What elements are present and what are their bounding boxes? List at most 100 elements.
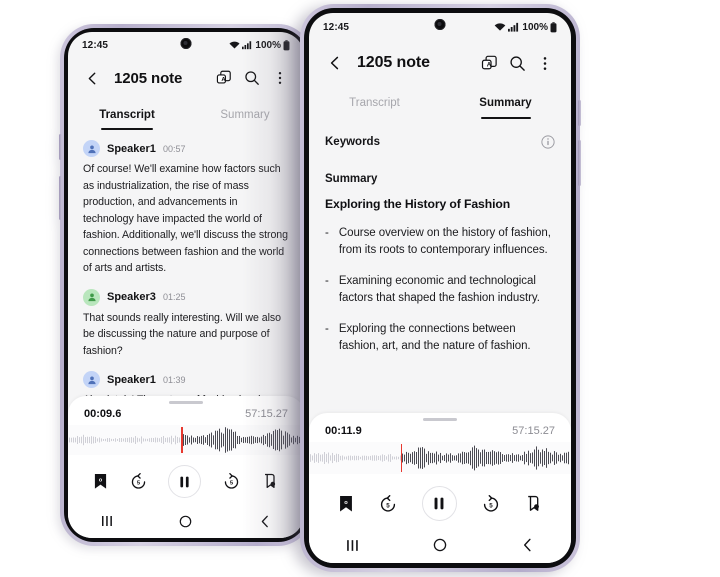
status-time: 12:45 xyxy=(323,21,350,33)
speaker-avatar-icon xyxy=(83,371,100,388)
svg-text:5: 5 xyxy=(386,502,390,509)
page-title: 1205 note xyxy=(357,54,430,71)
back-chevron-icon[interactable] xyxy=(323,51,347,75)
transcript-turn-header: Speaker1 00:57 xyxy=(83,140,289,157)
phone-left-side-button[interactable] xyxy=(59,134,62,160)
waveform-right[interactable] xyxy=(309,442,571,474)
recents-icon[interactable] xyxy=(87,508,127,534)
phone-right: 12:45 100% 1205 note A Transcript Summar… xyxy=(300,4,581,572)
search-icon[interactable] xyxy=(240,66,264,90)
bullet-text: Course overview on the history of fashio… xyxy=(338,227,551,256)
summary-title: Exploring the History of Fashion xyxy=(325,197,511,211)
battery-percent: 100% xyxy=(255,39,281,51)
waveform-left[interactable] xyxy=(68,425,304,455)
sheet-grabber[interactable] xyxy=(423,418,457,421)
sheet-grabber[interactable] xyxy=(169,401,203,404)
tab-transcript[interactable]: Transcript xyxy=(309,85,440,121)
note-bookmark-icon[interactable] xyxy=(262,473,279,490)
app-bar-left: 1205 note A xyxy=(68,58,304,98)
player-times: 00:09.6 57:15.27 xyxy=(68,408,304,425)
status-time: 12:45 xyxy=(82,39,109,51)
bookmark-add-icon[interactable]: o xyxy=(338,495,354,513)
bullet-text: Examining economic and technological fac… xyxy=(338,275,540,304)
list-item: - Course overview on the history of fash… xyxy=(325,225,555,259)
translate-icon[interactable]: A xyxy=(477,51,501,75)
player-controls-right: o 5 5 xyxy=(309,474,571,527)
tab-active-underline xyxy=(101,128,153,130)
status-icons: 100% xyxy=(494,22,557,33)
phone-left-volume-button[interactable] xyxy=(59,176,62,220)
forward-5-icon[interactable]: 5 xyxy=(482,494,500,513)
transcript-turn: Speaker1 01:39 Absolutely! The nature of… xyxy=(83,371,289,396)
rewind-5-icon[interactable]: 5 xyxy=(130,473,147,490)
more-vertical-icon[interactable] xyxy=(268,66,292,90)
waveform-bars xyxy=(69,427,302,453)
phone-right-side-button[interactable] xyxy=(578,100,581,126)
player-current-time: 00:09.6 xyxy=(84,408,122,420)
page-title: 1205 note xyxy=(114,69,183,87)
summary-section-label: Summary xyxy=(325,173,378,185)
bullet-marker: - xyxy=(325,323,329,335)
speaker-name: Speaker3 xyxy=(107,291,156,303)
home-icon[interactable] xyxy=(166,508,206,534)
battery-icon xyxy=(550,21,557,33)
svg-text:o: o xyxy=(344,500,348,506)
wifi-icon xyxy=(229,40,240,50)
speaker-avatar-icon xyxy=(83,140,100,157)
recents-icon[interactable] xyxy=(333,532,373,558)
transcript-text: That sounds really interesting. Will we … xyxy=(83,311,281,357)
tab-transcript[interactable]: Transcript xyxy=(68,98,186,132)
keywords-label: Keywords xyxy=(325,136,380,148)
speaker-name: Speaker1 xyxy=(107,373,156,386)
transcript-turn: Speaker1 00:57 Of course! We'll examine … xyxy=(83,140,289,277)
tab-summary[interactable]: Summary xyxy=(186,98,304,132)
svg-text:5: 5 xyxy=(137,481,141,487)
system-nav-bar-right xyxy=(309,527,571,563)
tab-active-underline xyxy=(480,117,531,119)
more-vertical-icon[interactable] xyxy=(533,51,557,75)
note-bookmark-icon[interactable] xyxy=(525,495,543,513)
system-nav-bar-left xyxy=(68,504,304,538)
phone-left-screen: 12:45 100% 1205 note A Transcript Summar… xyxy=(68,32,304,538)
screenshot-stage: 12:45 100% 1205 note A Transcript Summar… xyxy=(0,0,720,577)
transcript-text: Of course! We'll examine how factors suc… xyxy=(83,163,288,274)
player-controls-left: o 5 5 xyxy=(68,455,304,504)
pause-icon[interactable] xyxy=(421,486,457,521)
svg-text:5: 5 xyxy=(230,481,234,487)
playhead-marker[interactable] xyxy=(400,444,402,472)
battery-icon xyxy=(283,39,290,51)
rewind-5-icon[interactable]: 5 xyxy=(379,494,397,513)
back-icon[interactable] xyxy=(245,508,285,534)
pause-icon[interactable] xyxy=(168,465,202,498)
forward-5-icon[interactable]: 5 xyxy=(223,473,240,490)
audio-player-right: 00:11.9 57:15.27 o 5 5 xyxy=(309,413,571,563)
transcript-list[interactable]: Speaker1 00:57 Of course! We'll examine … xyxy=(68,132,304,396)
phone-right-volume-button[interactable] xyxy=(578,140,581,186)
back-chevron-icon[interactable] xyxy=(80,66,104,90)
info-icon[interactable] xyxy=(541,135,555,149)
battery-percent: 100% xyxy=(522,21,548,33)
translate-icon[interactable]: A xyxy=(212,66,236,90)
back-icon[interactable] xyxy=(507,532,547,558)
keywords-row[interactable]: Keywords xyxy=(325,135,555,149)
tab-summary-label: Summary xyxy=(220,109,270,121)
tab-transcript-label: Transcript xyxy=(349,97,400,109)
player-total-time: 57:15.27 xyxy=(512,425,555,437)
tab-bar-right: Transcript Summary xyxy=(309,85,571,121)
transcript-turn: Speaker3 01:25 That sounds really intere… xyxy=(83,288,289,360)
bullet-marker: - xyxy=(325,227,329,239)
front-camera-punchhole xyxy=(180,38,192,49)
summary-panel[interactable]: Keywords Summary Exploring the History o… xyxy=(309,121,571,413)
audio-player-left: 00:09.6 57:15.27 o 5 5 xyxy=(68,396,304,538)
speaker-timestamp: 00:57 xyxy=(162,143,186,154)
playhead-marker[interactable] xyxy=(181,427,183,453)
bookmark-add-icon[interactable]: o xyxy=(93,473,108,490)
home-icon[interactable] xyxy=(420,532,460,558)
transcript-turn-header: Speaker3 01:25 xyxy=(83,288,289,306)
phone-left: 12:45 100% 1205 note A Transcript Summar… xyxy=(59,24,312,546)
waveform-bars xyxy=(310,445,569,471)
list-item: - Examining economic and technological f… xyxy=(325,273,555,307)
tab-summary[interactable]: Summary xyxy=(440,85,571,121)
bullet-marker: - xyxy=(325,275,329,287)
search-icon[interactable] xyxy=(505,51,529,75)
